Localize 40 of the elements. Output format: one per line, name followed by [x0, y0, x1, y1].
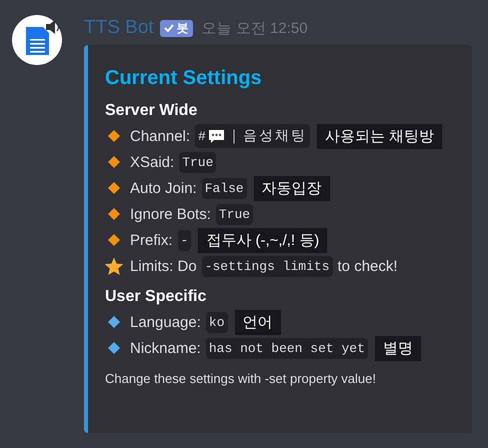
channel-hash: # — [198, 128, 206, 144]
annotation-label: 별명 — [374, 336, 421, 360]
code-value: - — [178, 230, 192, 250]
annotation-label: 자동입장 — [254, 176, 330, 200]
code-value: True — [179, 152, 216, 172]
code-value: True — [216, 204, 254, 224]
setting-text: Channel: — [130, 128, 190, 144]
code-value: -settings limits — [202, 256, 333, 276]
setting-text: Auto Join: — [130, 180, 197, 196]
check-icon — [164, 24, 174, 32]
annotation-label: 접두사 (-,~,/,! 등) — [198, 228, 328, 252]
badge-label: 봇 — [176, 20, 189, 36]
timestamp: 오늘 오전 12:50 — [202, 18, 308, 38]
embed-footer: Change these settings with -set property value! — [105, 371, 462, 386]
annotation-label: 언어 — [234, 310, 281, 334]
diamond-icon — [107, 341, 121, 355]
code-value: False — [202, 178, 247, 198]
setting-text: Nickname: — [130, 340, 201, 356]
setting-text: Language: — [130, 314, 201, 330]
code-value: ko — [206, 312, 228, 332]
diamond-icon — [107, 129, 121, 143]
section-heading: User Specific — [105, 288, 208, 306]
star-icon — [104, 256, 124, 276]
author-name[interactable]: TTS Bot — [84, 17, 154, 39]
diamond-icon — [107, 233, 121, 247]
setting-text: Prefix: — [130, 232, 173, 248]
setting-text: XSaid: — [130, 154, 174, 170]
setting-text: Ignore Bots: — [130, 206, 211, 222]
diamond-icon — [107, 181, 121, 195]
setting-text: to check! — [338, 258, 398, 274]
embed-title: Current Settings — [105, 67, 263, 90]
bot-avatar-icon[interactable] — [12, 15, 62, 65]
channel-name: ｜음성채팅 — [226, 128, 307, 145]
diamond-icon — [107, 315, 121, 329]
annotation-label: 사용되는 채팅방 — [316, 124, 442, 148]
code-value: has not been set yet — [206, 338, 368, 358]
diamond-icon — [107, 155, 121, 169]
setting-text: Limits: Do — [130, 258, 197, 274]
section-heading: Server Wide — [105, 102, 198, 120]
diamond-icon — [107, 207, 121, 221]
